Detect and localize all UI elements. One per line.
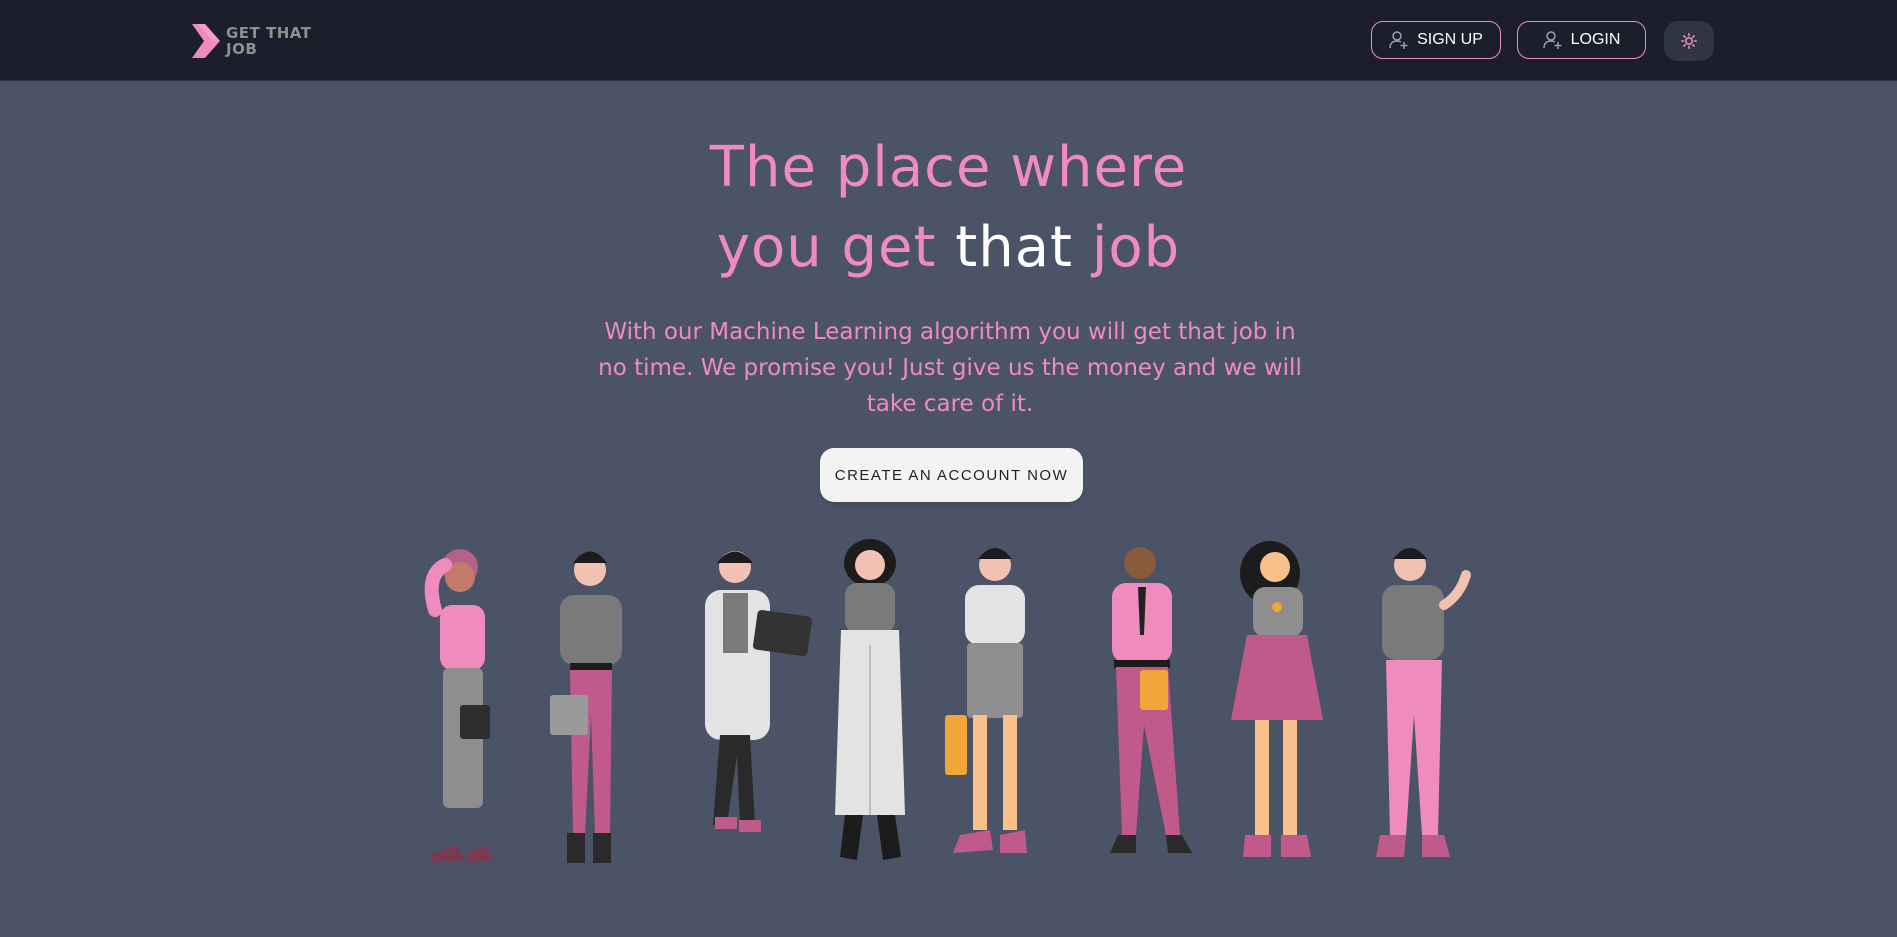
people-illustration <box>424 539 1471 863</box>
hero-title: The place where you get that job <box>0 128 1897 288</box>
person-illustration-3 <box>705 551 812 832</box>
person-illustration-8 <box>1376 548 1471 857</box>
add-user-icon <box>1389 31 1408 49</box>
add-user-icon <box>1542 31 1562 49</box>
person-illustration-2 <box>550 551 622 863</box>
chevron-logo-icon <box>192 24 220 58</box>
person-illustration-5 <box>945 548 1027 853</box>
hero-title-line-1: The place where <box>709 135 1188 200</box>
sun-icon <box>1681 33 1697 49</box>
hero-description: With our Machine Learning algorithm you … <box>598 319 1302 417</box>
login-button[interactable]: LOGIN <box>1517 21 1646 59</box>
logo[interactable]: GET THAT JOB <box>192 24 311 58</box>
signup-button[interactable]: SIGN UP <box>1371 21 1501 59</box>
person-illustration-4 <box>835 539 905 860</box>
person-illustration-6 <box>1110 547 1192 853</box>
logo-line-1: GET THAT <box>226 24 312 42</box>
signup-label: SIGN UP <box>1417 31 1483 48</box>
navbar: GET THAT JOB SIGN UP LOGIN <box>0 0 1897 81</box>
hero-title-that: that <box>955 215 1073 280</box>
create-account-button[interactable]: CREATE AN ACCOUNT NOW <box>820 448 1083 502</box>
logo-line-2: JOB <box>226 40 258 58</box>
theme-toggle-button[interactable] <box>1664 21 1714 61</box>
person-illustration-1 <box>424 549 495 863</box>
logo-text: GET THAT JOB <box>226 25 311 57</box>
hero-title-job: job <box>1091 215 1181 280</box>
login-label: LOGIN <box>1570 31 1621 48</box>
hero-title-you-get: you get <box>716 215 937 280</box>
person-illustration-7 <box>1231 541 1323 857</box>
